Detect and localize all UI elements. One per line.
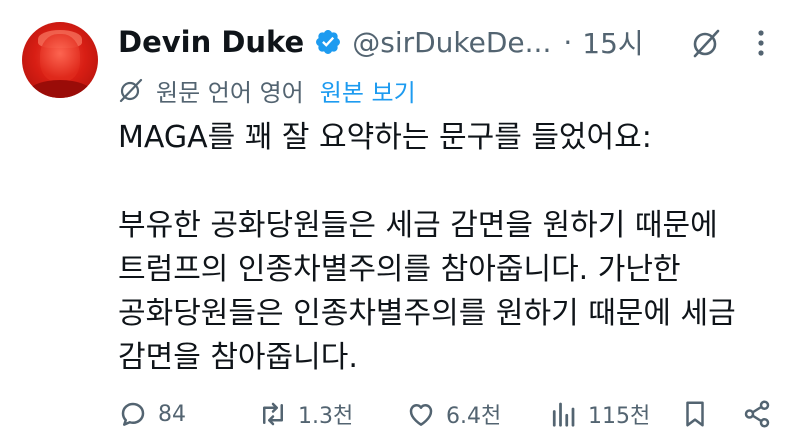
author-handle[interactable]: @sirDukeDe... (352, 26, 551, 59)
retweet-button[interactable]: 1.3천 (258, 392, 353, 436)
like-count: 6.4천 (446, 404, 502, 429)
translation-row: 원문 언어 영어 원본 보기 (118, 72, 416, 108)
separator-dot: · (563, 25, 573, 59)
retweet-count: 1.3천 (298, 404, 354, 429)
tweet-text: MAGA를 꽤 잘 요약하는 문구를 들었어요: 부유한 공화당원들은 세금 감… (118, 120, 736, 375)
action-bar: 84 1.3천 6.4천 115천 (118, 392, 778, 436)
views-button[interactable]: 115천 (548, 392, 650, 436)
grok-icon[interactable] (690, 27, 722, 59)
tweet-header: Devin Duke @sirDukeDe... · 15시 (118, 20, 780, 64)
translation-label: 원문 언어 영어 (156, 78, 304, 107)
verified-badge-icon (316, 30, 341, 54)
like-icon (409, 404, 433, 426)
translate-icon (119, 78, 143, 103)
reply-button[interactable]: 84 (118, 392, 186, 436)
avatar[interactable] (22, 22, 98, 98)
share-icon (744, 400, 770, 428)
avatar-shoulders (26, 80, 94, 98)
author-name[interactable]: Devin Duke (118, 25, 304, 59)
bookmark-button[interactable] (680, 392, 710, 436)
views-icon (552, 402, 575, 427)
retweet-icon (263, 402, 283, 426)
avatar-face (40, 34, 80, 82)
views-count: 115천 (588, 404, 651, 429)
share-button[interactable] (742, 392, 772, 436)
reply-icon (121, 402, 145, 426)
tweet-time[interactable]: 15시 (582, 22, 643, 62)
more-icon[interactable] (752, 26, 770, 60)
like-button[interactable]: 6.4천 (406, 392, 501, 436)
show-original-link[interactable]: 원본 보기 (320, 73, 416, 108)
bookmark-icon (686, 401, 704, 427)
reply-count: 84 (158, 401, 186, 427)
